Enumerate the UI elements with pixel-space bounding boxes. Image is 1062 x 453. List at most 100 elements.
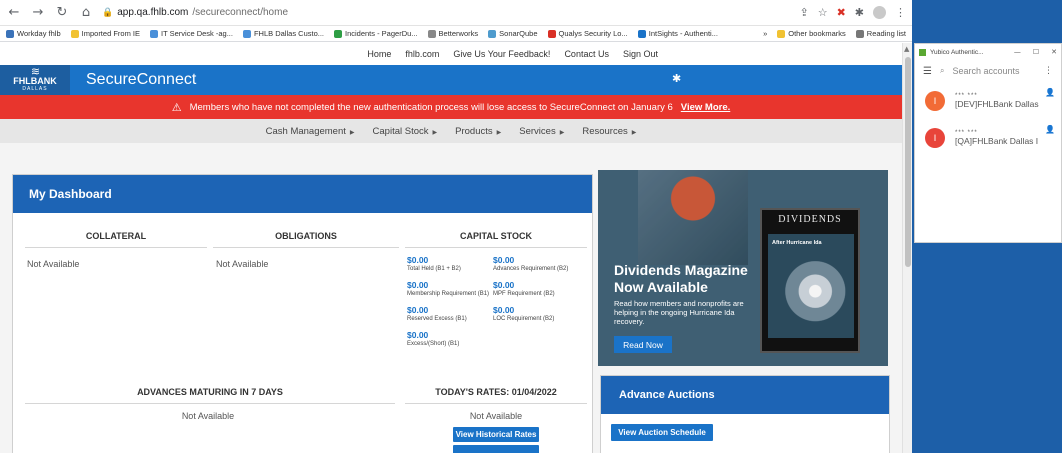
caret-right-icon: ▶	[631, 128, 637, 136]
bookmark-item[interactable]: Betterworks	[427, 29, 478, 38]
url-path: /secureconnect/home	[192, 7, 289, 18]
fhlbank-logo[interactable]: ≋ FHLBANK DALLAS	[0, 65, 70, 95]
bookmarks-right: » Other bookmarks Reading list	[763, 29, 906, 38]
account-avatar: I	[925, 90, 945, 111]
browser-menu-icon[interactable]: ⋮	[895, 6, 906, 19]
bookmarks-overflow-button[interactable]: »	[763, 29, 767, 38]
todays-rates-title: TODAY'S RATES: 01/04/2022	[405, 387, 587, 404]
capital-stock-title: CAPITAL STOCK	[405, 231, 587, 248]
advances-maturing-title: ADVANCES MATURING IN 7 DAYS	[25, 387, 395, 404]
web-page: Home fhlb.com Give Us Your Feedback! Con…	[0, 43, 902, 453]
obligations-title: OBLIGATIONS	[213, 231, 399, 248]
bookmark-item[interactable]: FHLB Dallas Custo...	[242, 29, 324, 38]
close-icon[interactable]: ✕	[1051, 48, 1057, 56]
more-options-icon[interactable]: ⋮	[1044, 66, 1053, 76]
menu-products[interactable]: Products ▶	[455, 126, 501, 137]
authenticator-window-title: Yubico Authentic...	[930, 48, 984, 56]
collateral-value: Not Available	[27, 259, 80, 269]
caret-right-icon: ▶	[559, 128, 565, 136]
maximize-icon[interactable]: ☐	[1033, 48, 1039, 56]
capital-item: $0.00 MPF Requirement (B2)	[493, 280, 555, 297]
touch-required-icon: 👤	[1045, 88, 1055, 97]
capital-item: $0.00 LOC Requirement (B2)	[493, 305, 555, 322]
nav-sign-out[interactable]: Sign Out	[623, 49, 658, 59]
my-dashboard-panel: My Dashboard COLLATERAL Not Available OB…	[12, 174, 593, 453]
bookmark-item[interactable]: Incidents - PagerDu...	[334, 29, 418, 38]
bookmark-favicon-icon	[242, 29, 251, 38]
bookmark-favicon-icon	[427, 29, 436, 38]
search-icon: ⌕	[939, 66, 945, 75]
authenticator-window: Yubico Authentic... — ☐ ✕ ☰ ⌕ Search acc…	[914, 43, 1062, 243]
magazine-cover: DIVIDENDS After Hurricane Ida	[760, 208, 860, 353]
scroll-thumb[interactable]	[905, 57, 911, 267]
bookmark-item[interactable]: IntSights - Authenti...	[637, 29, 718, 38]
menu-capital-stock[interactable]: Capital Stock ▶	[373, 126, 438, 137]
second-rates-button[interactable]	[453, 445, 539, 453]
settings-gear-icon[interactable]: ✱	[672, 72, 681, 85]
advance-auctions-title: Advance Auctions	[601, 376, 889, 414]
bookmark-favicon-icon	[488, 29, 497, 38]
bookmark-favicon-icon	[150, 29, 158, 38]
back-icon[interactable]: ←	[6, 6, 22, 19]
share-icon[interactable]: ⇪	[799, 6, 808, 19]
menu-cash-management[interactable]: Cash Management ▶	[266, 126, 355, 137]
bookmark-favicon-icon	[334, 29, 342, 38]
bookmark-star-icon[interactable]: ☆	[818, 6, 828, 19]
account-item[interactable]: I *** *** [QA]FHLBank Dallas I 👤	[915, 119, 1061, 156]
reload-icon[interactable]: ↻	[54, 6, 70, 19]
profile-avatar[interactable]	[873, 6, 886, 19]
extensions-puzzle-icon[interactable]: ✱	[855, 6, 864, 19]
bookmarks-bar: Workday fhlb Imported From IE IT Service…	[0, 26, 912, 42]
other-bookmarks[interactable]: Other bookmarks	[777, 29, 846, 38]
reading-list-icon	[855, 29, 864, 38]
dashboard-content: My Dashboard COLLATERAL Not Available OB…	[0, 143, 902, 453]
extension-x-icon[interactable]: ✖	[837, 6, 846, 19]
bookmark-favicon-icon	[547, 29, 556, 38]
dashboard-title: My Dashboard	[13, 175, 592, 213]
minimize-icon[interactable]: —	[1014, 48, 1021, 56]
account-name: [DEV]FHLBank Dallas	[955, 98, 1039, 109]
read-now-button[interactable]: Read Now	[614, 336, 672, 353]
menu-resources[interactable]: Resources ▶	[582, 126, 636, 137]
promo-photo	[638, 170, 748, 265]
capital-item: $0.00 Total Held (B1 + B2)	[407, 255, 461, 272]
bookmark-favicon-icon	[6, 29, 14, 38]
folder-icon	[777, 29, 786, 38]
todays-rates-value: Not Available	[469, 411, 523, 421]
view-historical-rates-button[interactable]: View Historical Rates	[453, 427, 539, 442]
capital-item: $0.00 Membership Requirement (B1)	[407, 280, 490, 297]
search-accounts-input[interactable]: Search accounts	[952, 66, 1019, 76]
nav-home[interactable]: Home	[367, 49, 391, 59]
touch-required-icon: 👤	[1045, 125, 1055, 134]
scroll-up-icon[interactable]: ▲	[904, 45, 909, 53]
bookmark-item[interactable]: Qualys Security Lo...	[547, 29, 628, 38]
bookmark-item[interactable]: Imported From IE	[70, 29, 140, 38]
logo-waves-icon: ≋	[30, 65, 40, 78]
forward-icon[interactable]: →	[30, 6, 46, 19]
alert-message: Members who have not completed the new a…	[189, 101, 673, 113]
window-controls: — ☐ ✕	[1014, 48, 1057, 56]
main-menu: Cash Management ▶ Capital Stock ▶ Products…	[0, 119, 902, 143]
advances-maturing-value: Not Available	[181, 411, 235, 421]
dividends-promo: DIVIDENDS After Hurricane Ida Dividends …	[598, 170, 888, 366]
account-name: [QA]FHLBank Dallas I	[955, 135, 1039, 146]
nav-feedback[interactable]: Give Us Your Feedback!	[453, 49, 550, 59]
bookmark-item[interactable]: SonarQube	[488, 29, 538, 38]
capital-item: $0.00 Reserved Excess (B1)	[407, 305, 467, 322]
capital-item: $0.00 Excess/(Short) (B1)	[407, 330, 460, 347]
cover-headline: After Hurricane Ida	[772, 240, 822, 246]
lock-icon: 🔒	[102, 7, 114, 18]
home-icon[interactable]: ⌂	[78, 6, 94, 19]
nav-contact-us[interactable]: Contact Us	[564, 49, 609, 59]
menu-services[interactable]: Services ▶	[519, 126, 564, 137]
view-auction-schedule-button[interactable]: View Auction Schedule	[611, 424, 713, 441]
bookmark-item[interactable]: Workday fhlb	[6, 29, 61, 38]
address-bar[interactable]: 🔒 app.qa.fhlb.com/secureconnect/home	[102, 3, 791, 23]
hamburger-menu-icon[interactable]: ☰	[923, 66, 932, 77]
page-scrollbar[interactable]: ▲	[902, 43, 912, 453]
account-item[interactable]: I *** *** [DEV]FHLBank Dallas 👤	[915, 82, 1061, 119]
view-more-link[interactable]: View More.	[681, 102, 730, 113]
reading-list[interactable]: Reading list	[855, 29, 906, 38]
nav-fhlb-com[interactable]: fhlb.com	[405, 49, 439, 59]
bookmark-item[interactable]: IT Service Desk -ag...	[150, 29, 233, 38]
